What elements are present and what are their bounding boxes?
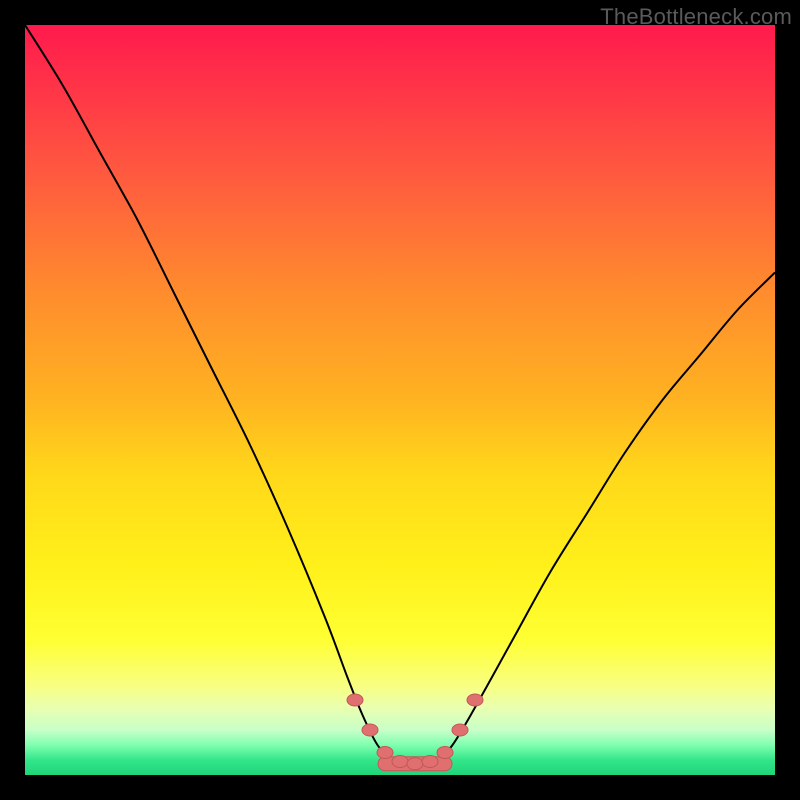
watermark-text: TheBottleneck.com	[600, 4, 792, 30]
curve-marker	[392, 756, 408, 768]
curve-marker	[452, 724, 468, 736]
curve-marker	[347, 694, 363, 706]
chart-frame: TheBottleneck.com	[0, 0, 800, 800]
curve-marker	[422, 756, 438, 768]
curve-marker	[467, 694, 483, 706]
curve-marker	[437, 747, 453, 759]
bottleneck-curve-path	[25, 25, 775, 764]
plot-area	[25, 25, 775, 775]
curve-marker	[407, 758, 423, 770]
bottleneck-curve-svg	[25, 25, 775, 775]
curve-marker	[362, 724, 378, 736]
marker-group	[347, 694, 483, 770]
curve-marker	[377, 747, 393, 759]
